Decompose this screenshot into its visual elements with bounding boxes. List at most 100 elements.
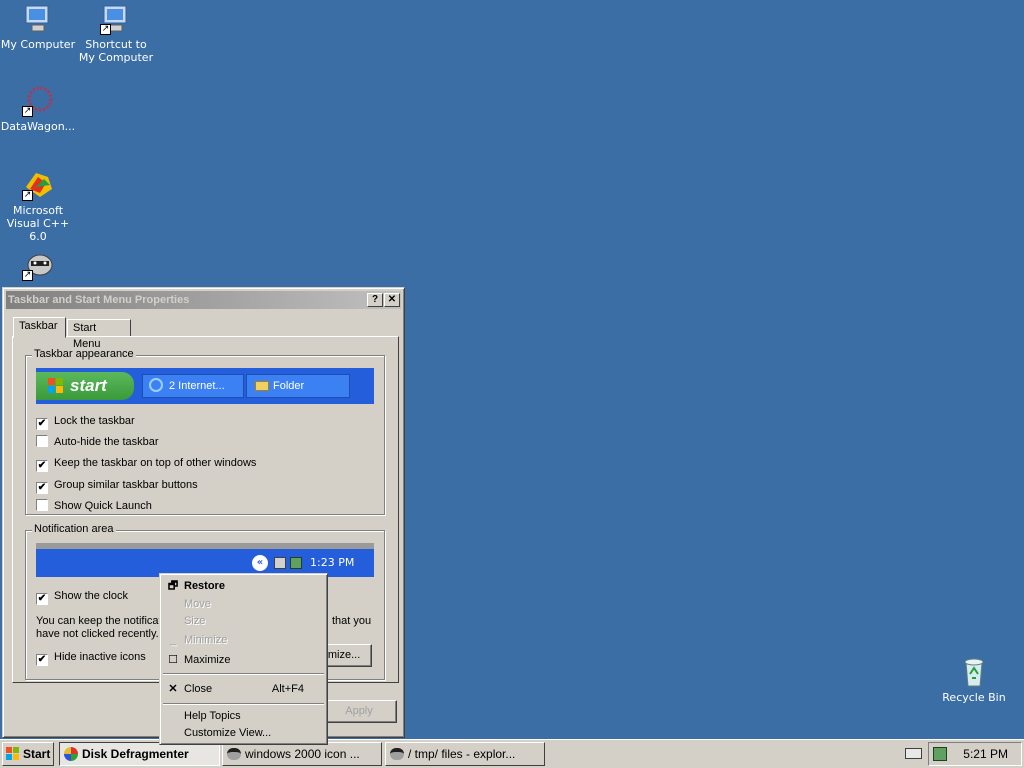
desktop-icon-label: Recycle Bin bbox=[942, 691, 1006, 704]
taskbar: Start Disk Defragmenter windows 2000 ico… bbox=[0, 739, 1024, 768]
help-button[interactable]: ? bbox=[367, 293, 383, 307]
raccoon-icon: ↗ bbox=[22, 249, 54, 281]
close-icon: ✕ bbox=[168, 683, 178, 695]
preview-ie-button: 2 Internet... bbox=[142, 374, 244, 398]
shortcut-arrow-icon: ↗ bbox=[22, 270, 33, 281]
group-buttons-checkbox[interactable]: ✔ Group similar taskbar buttons bbox=[36, 478, 198, 494]
desktop-icon-visual-cpp[interactable]: ↗ Microsoft Visual C++ 6.0 bbox=[0, 169, 78, 243]
raccoon-icon bbox=[390, 748, 404, 760]
desktop-icon-label: My Computer bbox=[0, 38, 76, 51]
desktop-icon-raccoon[interactable]: ↗ bbox=[0, 249, 78, 284]
checkbox-box: ✔ bbox=[36, 654, 48, 666]
taskbar-button-windows-2000[interactable]: windows 2000 icon ... bbox=[222, 742, 382, 766]
menu-item-size[interactable]: Size bbox=[163, 613, 324, 630]
chevron-left-icon: « bbox=[252, 555, 268, 571]
folder-icon bbox=[255, 381, 269, 391]
notification-description: You can keep the notificat have not clic… bbox=[36, 615, 162, 641]
desktop-icon-my-computer[interactable]: My Computer bbox=[0, 3, 78, 51]
desktop-icon-datawagon[interactable]: ↗ DataWagon... bbox=[0, 85, 78, 133]
menu-item-help-topics[interactable]: Help Topics bbox=[163, 708, 324, 725]
shortcut-arrow-icon: ↗ bbox=[22, 190, 33, 201]
auto-hide-checkbox[interactable]: Auto-hide the taskbar bbox=[36, 435, 159, 449]
apply-button[interactable]: Apply bbox=[321, 700, 397, 723]
checkbox-label: Auto-hide the taskbar bbox=[54, 436, 159, 448]
restore-icon: 🗗 bbox=[167, 580, 179, 592]
taskbar-preview: start 2 Internet... Folder bbox=[36, 368, 374, 404]
tray-clock[interactable]: 5:21 PM bbox=[963, 747, 1008, 761]
menu-shortcut: Alt+F4 bbox=[271, 683, 304, 695]
checkbox-label: Keep the taskbar on top of other windows bbox=[54, 457, 257, 469]
menu-item-label: Close bbox=[184, 683, 213, 695]
preview-start-button: start bbox=[36, 372, 134, 400]
menu-item-customize-view[interactable]: Customize View... bbox=[163, 725, 324, 742]
system-tray: 5:21 PM bbox=[928, 742, 1022, 766]
dialog-title: Taskbar and Start Menu Properties bbox=[8, 294, 190, 306]
menu-item-restore[interactable]: 🗗 Restore bbox=[163, 578, 324, 595]
tray-app-icon bbox=[290, 557, 302, 569]
taskbar-button-label: windows 2000 icon ... bbox=[245, 747, 360, 761]
computer-icon bbox=[22, 3, 54, 35]
preview-folder-button: Folder bbox=[246, 374, 350, 398]
start-button[interactable]: Start bbox=[2, 742, 54, 766]
tab-taskbar[interactable]: Taskbar bbox=[13, 317, 66, 338]
menu-item-label: Help Topics bbox=[184, 710, 241, 722]
menu-item-label: Move bbox=[184, 598, 211, 610]
close-button[interactable]: ✕ bbox=[384, 293, 400, 307]
preview-start-label: start bbox=[70, 376, 107, 395]
dialog-titlebar[interactable]: Taskbar and Start Menu Properties ? ✕ bbox=[6, 291, 401, 309]
tray-app-icon[interactable] bbox=[933, 747, 947, 761]
checkbox-box bbox=[36, 499, 48, 511]
group-legend: Notification area bbox=[32, 523, 116, 535]
desktop-icon-shortcut-my-computer[interactable]: ↗ Shortcut to My Computer bbox=[76, 3, 156, 64]
menu-item-label: Restore bbox=[184, 580, 225, 592]
checkbox-box: ✔ bbox=[36, 593, 48, 605]
checkbox-label: Hide inactive icons bbox=[54, 651, 146, 663]
desktop-icon-recycle-bin[interactable]: Recycle Bin bbox=[934, 656, 1014, 704]
tab-start-menu[interactable]: Start Menu bbox=[67, 319, 131, 350]
hide-inactive-checkbox[interactable]: ✔ Hide inactive icons bbox=[36, 650, 146, 666]
quick-launch-checkbox[interactable]: Show Quick Launch bbox=[36, 499, 152, 513]
menu-separator bbox=[163, 703, 324, 705]
menu-item-label: Size bbox=[184, 615, 206, 627]
maximize-icon: ☐ bbox=[168, 654, 178, 666]
show-clock-checkbox[interactable]: ✔ Show the clock bbox=[36, 589, 128, 605]
checkbox-label: Show the clock bbox=[54, 590, 128, 602]
menu-item-move[interactable]: Move bbox=[163, 596, 324, 613]
taskbar-button-explorer[interactable]: / tmp/ files - explor... bbox=[385, 742, 545, 766]
shortcut-arrow-icon: ↗ bbox=[100, 24, 111, 35]
minimize-icon: _ bbox=[169, 634, 177, 646]
windows-logo-icon bbox=[48, 378, 63, 393]
checkbox-box: ✔ bbox=[36, 482, 48, 494]
network-icon bbox=[274, 557, 286, 569]
description-line-1-end: that you bbox=[332, 615, 372, 627]
preview-folder-label: Folder bbox=[273, 380, 305, 392]
preview-ie-label: 2 Internet... bbox=[169, 380, 225, 392]
checkbox-box: ✔ bbox=[36, 418, 48, 430]
notification-preview: « 1:23 PM bbox=[36, 543, 374, 577]
taskbar-button-disk-defragmenter[interactable]: Disk Defragmenter bbox=[59, 742, 220, 766]
menu-item-label: Customize View... bbox=[184, 727, 272, 739]
start-label: Start bbox=[23, 747, 51, 761]
lock-taskbar-checkbox[interactable]: ✔ Lock the taskbar bbox=[36, 414, 135, 430]
defragmenter-icon bbox=[64, 747, 78, 761]
ie-icon bbox=[149, 378, 163, 392]
computer-shortcut-icon: ↗ bbox=[100, 3, 132, 35]
menu-item-maximize[interactable]: ☐ Maximize bbox=[163, 652, 324, 669]
menu-item-minimize[interactable]: _ Minimize bbox=[163, 632, 324, 649]
checkbox-box: ✔ bbox=[36, 460, 48, 472]
desktop-icon-label: Microsoft Visual C++ 6.0 bbox=[6, 204, 70, 243]
checkbox-label: Group similar taskbar buttons bbox=[54, 479, 198, 491]
menu-item-label: Minimize bbox=[184, 634, 228, 646]
menu-item-label: Maximize bbox=[184, 654, 231, 666]
preview-clock: 1:23 PM bbox=[310, 556, 355, 569]
menu-item-close[interactable]: ✕ Close Alt+F4 bbox=[163, 681, 324, 698]
windows-logo-icon bbox=[6, 747, 19, 760]
recycle-bin-icon bbox=[958, 656, 990, 688]
shortcut-arrow-icon: ↗ bbox=[22, 106, 33, 117]
keyboard-icon[interactable] bbox=[905, 748, 922, 759]
keep-on-top-checkbox[interactable]: ✔ Keep the taskbar on top of other window… bbox=[36, 456, 257, 472]
taskbar-button-label: Disk Defragmenter bbox=[82, 747, 189, 761]
description-line-2: have not clicked recently. bbox=[36, 628, 159, 640]
checkbox-label: Lock the taskbar bbox=[54, 415, 135, 427]
desktop-icon-label: Shortcut to My Computer bbox=[78, 38, 154, 64]
